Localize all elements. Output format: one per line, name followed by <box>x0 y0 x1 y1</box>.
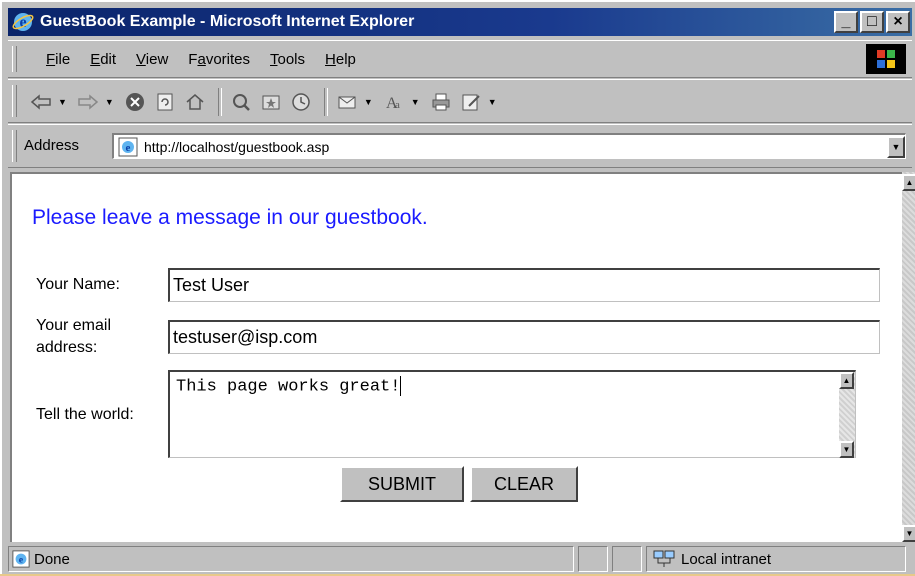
name-input[interactable] <box>168 268 880 302</box>
arrow-up-icon: ▲ <box>842 376 851 385</box>
browser-window: e GuestBook Example - Microsoft Internet… <box>0 0 915 574</box>
back-icon <box>30 94 51 110</box>
home-button[interactable] <box>182 89 208 115</box>
favorites-button[interactable] <box>258 89 284 115</box>
chevron-down-icon: ▼ <box>891 141 901 152</box>
maximize-icon: □ <box>867 13 877 30</box>
title-bar[interactable]: e GuestBook Example - Microsoft Internet… <box>8 8 912 36</box>
intranet-zone-icon <box>653 550 675 567</box>
menu-item-view[interactable]: View <box>126 51 178 68</box>
message-textarea[interactable]: This page works great! ▲ ▼ <box>168 370 856 458</box>
stop-button[interactable] <box>122 89 148 115</box>
status-panel-progress <box>578 546 608 572</box>
svg-text:a: a <box>395 99 400 111</box>
menu-item-help[interactable]: Help <box>315 51 366 68</box>
address-input[interactable]: e http://localhost/guestbook.asp ▼ <box>112 133 906 159</box>
close-button[interactable]: × <box>886 11 910 33</box>
clear-button[interactable]: CLEAR <box>470 466 578 502</box>
forward-button[interactable] <box>75 89 101 115</box>
menu-bar: File Edit View Favorites Tools Help <box>8 40 912 78</box>
toolbar-separator <box>217 88 222 116</box>
page-scroll-up-button[interactable]: ▲ <box>902 174 915 191</box>
page-heading: Please leave a message in our guestbook. <box>32 206 428 229</box>
page-icon: e <box>118 137 138 156</box>
menu-item-file[interactable]: File <box>36 51 80 68</box>
toolbar-separator <box>323 88 328 116</box>
minimize-button[interactable]: _ <box>834 11 858 33</box>
name-label: Your Name: <box>36 276 120 293</box>
page-content: Please leave a message in our guestbook.… <box>10 172 902 542</box>
edit-icon <box>462 94 480 111</box>
address-label: Address <box>24 137 80 154</box>
back-button[interactable] <box>28 89 54 115</box>
print-button[interactable] <box>428 89 454 115</box>
stop-icon <box>125 93 144 111</box>
search-icon <box>232 94 250 111</box>
history-icon <box>292 93 310 111</box>
status-text-panel: e Done <box>8 546 574 572</box>
address-bar: Address e http://localhost/guestbook.asp… <box>8 124 912 168</box>
window-title: GuestBook Example - Microsoft Internet E… <box>40 13 415 30</box>
email-input[interactable] <box>168 320 880 354</box>
message-value: This page works great! <box>176 377 401 397</box>
windows-throbber <box>866 44 906 74</box>
standard-toolbar: ▼ ▼ ▼ A a ▼ ▼ <box>8 79 912 123</box>
message-label: Tell the world: <box>36 406 134 423</box>
refresh-button[interactable] <box>152 89 178 115</box>
edit-dropdown-icon[interactable]: ▼ <box>488 97 497 107</box>
toolbar-grip[interactable] <box>12 85 17 117</box>
menu-item-tools[interactable]: Tools <box>260 51 315 68</box>
edit-button[interactable] <box>458 89 484 115</box>
forward-icon <box>78 94 99 110</box>
email-label-line2: address: <box>36 339 98 356</box>
arrow-down-icon: ▼ <box>842 445 851 454</box>
page-scrollbar[interactable]: ▲ ▼ <box>902 172 915 542</box>
submit-button[interactable]: SUBMIT <box>340 466 464 502</box>
address-dropdown-button[interactable]: ▼ <box>887 135 905 158</box>
svg-text:e: e <box>126 142 131 154</box>
print-icon <box>432 93 450 111</box>
internet-explorer-icon: e <box>12 13 34 31</box>
menu-item-edit[interactable]: Edit <box>80 51 126 68</box>
textarea-scroll-up-button[interactable]: ▲ <box>839 372 854 389</box>
page-icon: e <box>12 550 30 568</box>
maximize-button[interactable]: □ <box>860 11 884 33</box>
menu-items: File Edit View Favorites Tools Help <box>36 51 366 68</box>
page-scroll-down-button[interactable]: ▼ <box>902 525 915 542</box>
search-button[interactable] <box>228 89 254 115</box>
textarea-scroll-down-button[interactable]: ▼ <box>839 441 854 458</box>
menu-item-favorites[interactable]: Favorites <box>178 51 260 68</box>
mail-icon <box>338 96 356 109</box>
history-button[interactable] <box>288 89 314 115</box>
status-text: Done <box>34 550 70 568</box>
close-icon: × <box>893 13 903 30</box>
address-url: http://localhost/guestbook.asp <box>144 138 330 155</box>
status-zone: Local intranet <box>681 550 772 568</box>
text-caret <box>400 376 402 396</box>
status-panel-security <box>612 546 642 572</box>
textarea-scrollbar[interactable]: ▲ ▼ <box>839 372 855 458</box>
email-label-line1: Your email <box>36 317 112 334</box>
status-zone-panel: Local intranet <box>646 546 906 572</box>
minimize-icon: _ <box>841 13 851 30</box>
svg-text:e: e <box>19 555 24 566</box>
font-size-button[interactable]: Aa <box>381 89 407 115</box>
menu-bar-grip[interactable] <box>12 46 17 72</box>
mail-dropdown-icon[interactable]: ▼ <box>364 97 373 107</box>
font-size-icon: Aa <box>386 95 400 112</box>
arrow-down-icon: ▼ <box>905 529 914 538</box>
address-bar-grip[interactable] <box>12 130 17 162</box>
forward-dropdown-icon[interactable]: ▼ <box>105 97 114 107</box>
favorites-icon <box>262 95 280 110</box>
font-size-dropdown-icon[interactable]: ▼ <box>411 97 420 107</box>
status-bar: e Done Local intranet <box>8 544 915 576</box>
arrow-up-icon: ▲ <box>905 178 914 187</box>
mail-button[interactable] <box>334 89 360 115</box>
home-icon <box>186 94 204 110</box>
back-dropdown-icon[interactable]: ▼ <box>58 97 67 107</box>
message-text: This page works great! <box>176 376 402 397</box>
refresh-icon <box>157 93 173 111</box>
windows-logo-icon <box>877 50 895 68</box>
